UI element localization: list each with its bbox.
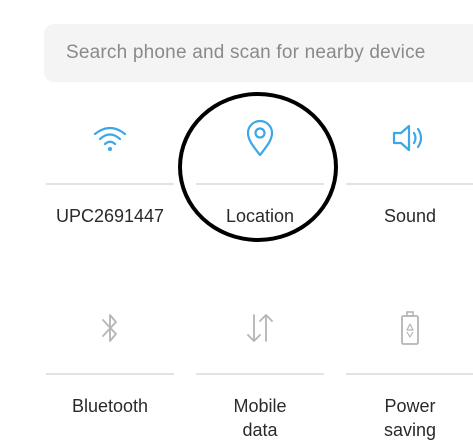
tile-wifi[interactable]: UPC2691447: [40, 100, 180, 240]
tile-sound[interactable]: Sound: [340, 100, 473, 240]
mobile-data-icon: [190, 298, 330, 358]
tile-divider: [196, 183, 324, 185]
tile-power-saving[interactable]: Power saving: [340, 290, 473, 440]
tile-divider: [196, 373, 324, 375]
tile-divider: [46, 183, 174, 185]
tile-divider: [346, 373, 473, 375]
tile-label-location: Location: [225, 206, 295, 226]
tile-label-mobile-data: Mobile data: [233, 396, 287, 440]
bluetooth-icon: [40, 298, 180, 358]
tile-bluetooth[interactable]: Bluetooth: [40, 290, 180, 440]
search-bar[interactable]: Search phone and scan for nearby device: [44, 24, 473, 82]
tile-label-power-saving: Power saving: [383, 396, 437, 440]
tile-label-bluetooth: Bluetooth: [71, 396, 149, 416]
battery-icon: [340, 298, 473, 358]
tile-location[interactable]: Location: [190, 100, 330, 240]
speaker-icon: [340, 108, 473, 168]
tile-divider: [346, 183, 473, 185]
tile-mobile-data[interactable]: Mobile data: [190, 290, 330, 440]
tile-divider: [46, 373, 174, 375]
search-placeholder: Search phone and scan for nearby device: [66, 42, 426, 63]
wifi-icon: [40, 108, 180, 168]
tile-label-sound: Sound: [383, 206, 437, 226]
tile-label-wifi: UPC2691447: [55, 206, 165, 226]
location-pin-icon: [190, 108, 330, 168]
